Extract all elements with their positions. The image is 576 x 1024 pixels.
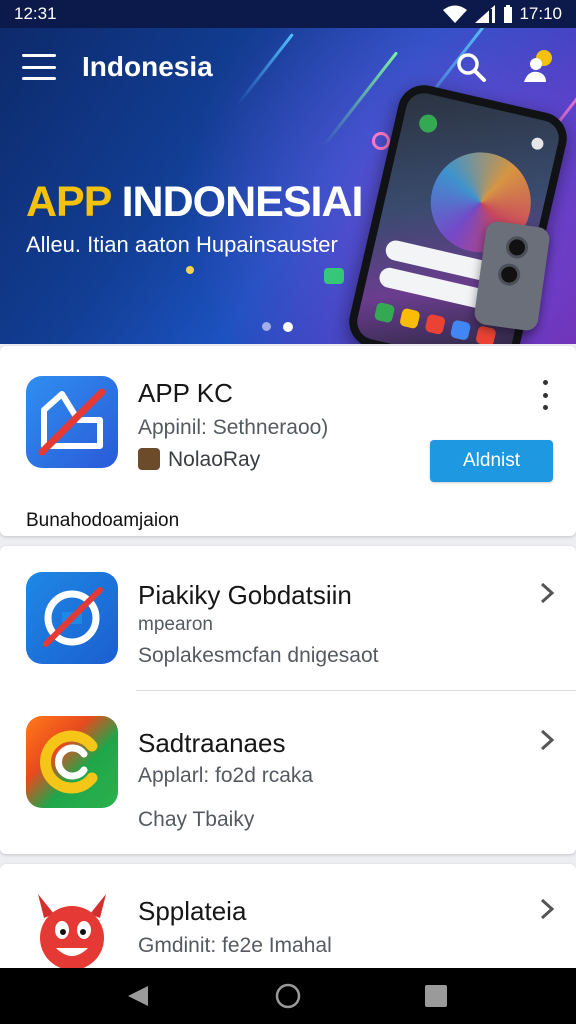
list-item-line1: Applarl: fo2d rcaka [138, 764, 314, 787]
battery-icon [504, 5, 513, 23]
status-time-left: 12:31 [14, 4, 57, 23]
developer-icon [138, 448, 160, 470]
app-kc-icon [26, 376, 118, 468]
light-dot [186, 266, 194, 274]
banner-headline: APP INDONESIAI [26, 178, 363, 226]
pager-dot[interactable] [262, 322, 271, 331]
search-icon[interactable] [454, 50, 488, 84]
list-item-name[interactable]: Sadtraanaes [138, 728, 285, 759]
chevron-right-icon[interactable] [536, 729, 558, 751]
top-app-bar: Indonesia [0, 28, 576, 106]
phone-camera-illustration [473, 220, 551, 332]
recents-icon[interactable] [422, 982, 450, 1010]
featured-section-label: Bunahodoamjaion [26, 510, 180, 531]
list-divider [136, 690, 576, 691]
light-dot [324, 268, 344, 284]
banner-pager [262, 322, 293, 332]
hero-banner[interactable]: Indonesia APP INDONESIAI Alleu. Itian aa… [0, 28, 576, 344]
status-bar: 12:31 17:10 [0, 0, 576, 28]
status-right: 17:10 [443, 4, 562, 24]
featured-app-category: Appinil: Sethneraoo) [138, 416, 329, 439]
chevron-right-icon[interactable] [536, 898, 558, 920]
profile-icon[interactable] [518, 46, 558, 86]
wifi-icon [443, 5, 468, 23]
install-button[interactable]: Aldnist [430, 440, 553, 482]
list-item-name[interactable]: Spplateia [138, 896, 246, 927]
more-vert-icon[interactable] [536, 380, 554, 410]
chevron-right-icon[interactable] [536, 582, 558, 604]
list-item-line2: Soplakesmcfan dnigesaot [138, 644, 379, 667]
status-time-right: 17:10 [519, 4, 562, 23]
list-item-line1: Gmdinit: fe2e Imahal [138, 934, 332, 957]
banner-subtitle: Alleu. Itian aaton Hupainsauster [26, 232, 338, 257]
menu-icon[interactable] [22, 54, 56, 80]
list-item-line2: Chay Tbaiky [138, 808, 255, 831]
light-dot [372, 132, 390, 150]
app-icon-1 [26, 572, 118, 664]
pager-dot-active[interactable] [283, 322, 293, 332]
featured-app-developer: NolaoRay [168, 448, 261, 471]
system-nav-bar [0, 968, 576, 1024]
signal-icon [475, 5, 496, 23]
app-icon-2 [26, 716, 118, 808]
list-item-name[interactable]: Piakiky Gobdatsiin [138, 580, 352, 611]
app-icon-3 [26, 884, 118, 976]
featured-app-name[interactable]: APP KC [138, 378, 233, 409]
page-title: Indonesia [82, 51, 213, 82]
home-icon[interactable] [274, 982, 302, 1010]
list-item-line1: mpearon [138, 614, 213, 635]
back-icon[interactable] [124, 982, 152, 1010]
